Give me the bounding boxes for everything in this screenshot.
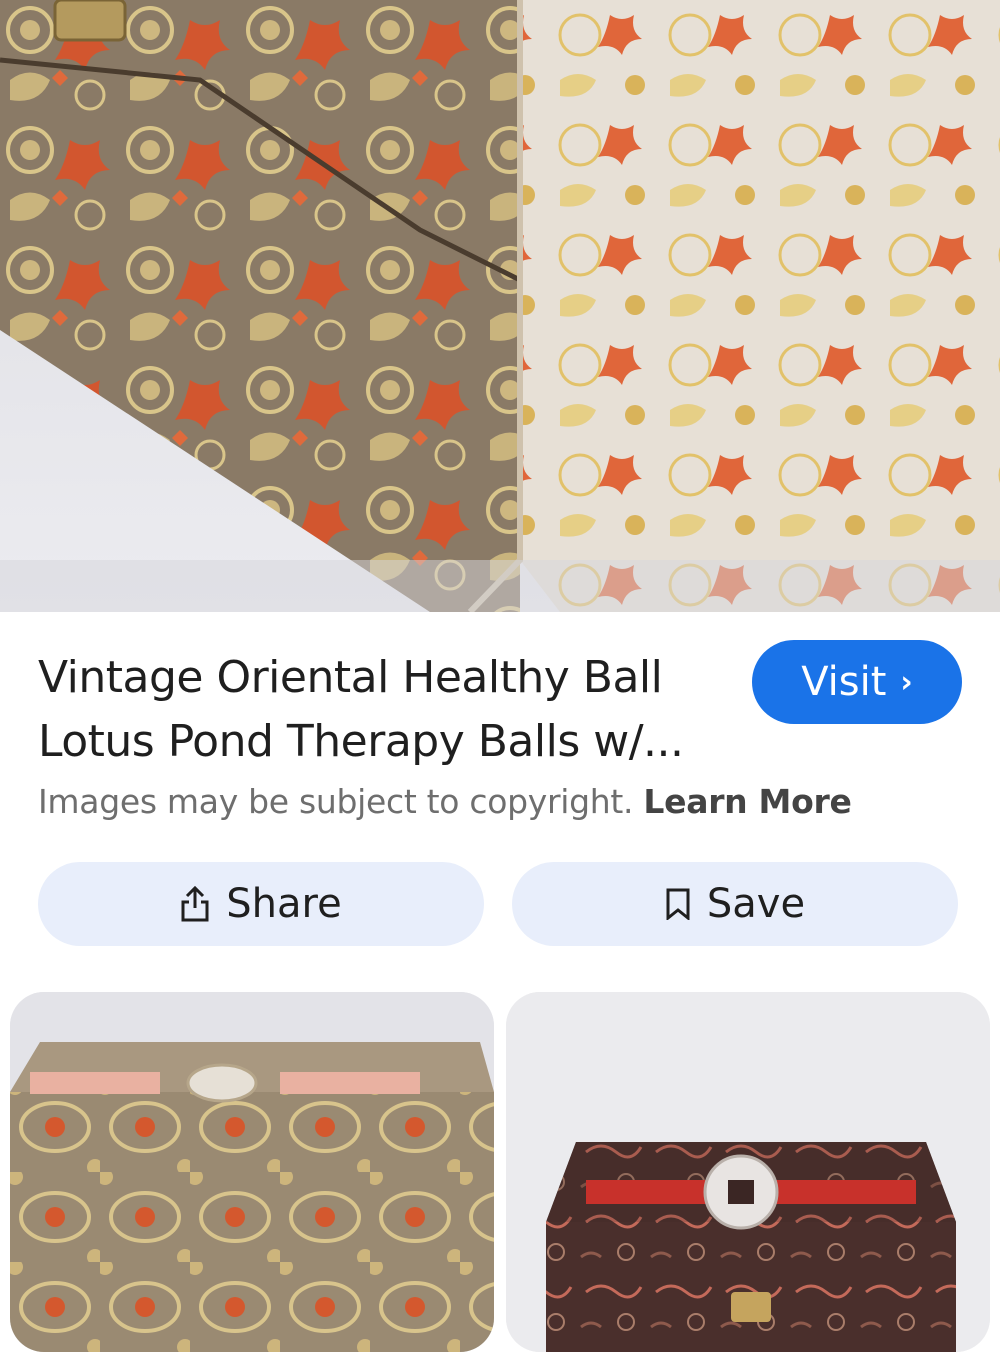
learn-more-link[interactable]: Learn More (643, 782, 851, 821)
share-icon (181, 886, 209, 922)
brocade-box-photo (0, 0, 1000, 612)
save-button[interactable]: Save (512, 862, 958, 946)
share-label: Share (226, 881, 342, 927)
bookmark-icon (666, 888, 690, 920)
related-image-card[interactable] (10, 992, 494, 1352)
result-title[interactable]: Vintage Oriental Healthy Ball Lotus Pond… (38, 646, 718, 774)
related-image-2 (506, 992, 990, 1352)
related-image-card[interactable] (506, 992, 990, 1352)
chevron-right-icon: › (900, 664, 913, 700)
result-info: Vintage Oriental Healthy Ball Lotus Pond… (0, 612, 1000, 992)
visit-label: Visit (801, 659, 887, 705)
visit-button[interactable]: Visit › (752, 640, 962, 724)
copyright-notice: Images may be subject to copyright. Lear… (38, 782, 852, 821)
save-label: Save (706, 881, 806, 927)
main-image[interactable] (0, 0, 1000, 612)
related-image-1 (10, 992, 494, 1352)
copyright-text: Images may be subject to copyright. (38, 782, 634, 821)
share-button[interactable]: Share (38, 862, 484, 946)
